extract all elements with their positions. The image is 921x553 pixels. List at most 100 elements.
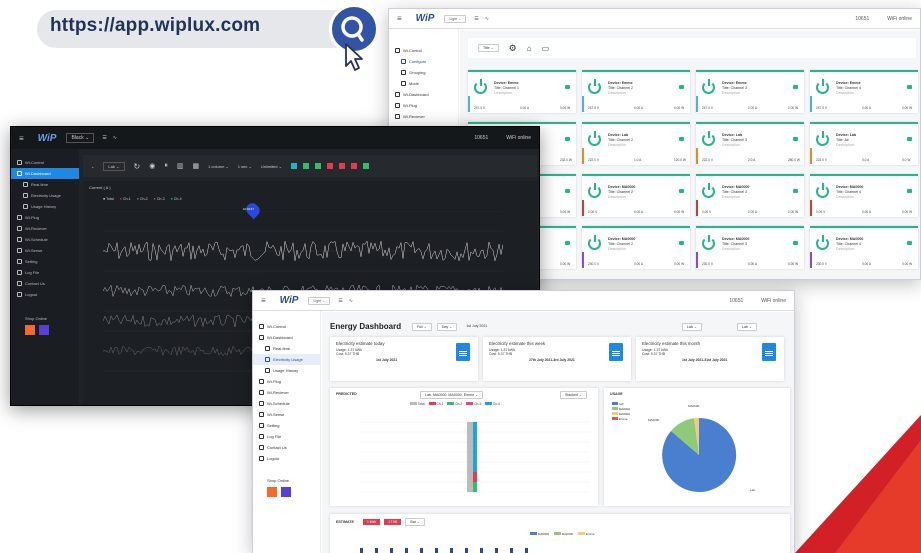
estimate-select[interactable]: Bar ⌄ <box>405 518 425 526</box>
lazada-icon[interactable] <box>281 487 291 497</box>
predicted-bar-chart[interactable] <box>350 412 590 500</box>
interval-select[interactable]: 1 column ⌄ <box>208 164 229 169</box>
sidebar-item-wi-schedule[interactable]: Wi-Schedule <box>253 398 320 409</box>
estimate-tab-2[interactable]: 1 THB <box>384 519 402 525</box>
power-icon[interactable] <box>816 235 829 250</box>
lock-icon[interactable] <box>679 85 684 89</box>
device-card[interactable]: Device: Emme Title: Channel 1 Description 2… <box>468 70 576 113</box>
sidebar-item-wi-sense[interactable]: Wi-Sense <box>253 409 320 420</box>
lock-icon[interactable] <box>793 85 798 89</box>
refresh-icon[interactable]: ↻ <box>134 162 141 171</box>
lock-icon[interactable] <box>793 241 798 245</box>
sidebar-item-electricity-usage[interactable]: Electricity Usage <box>253 354 320 365</box>
theme-select[interactable]: Light ⌄ <box>308 296 331 305</box>
power-icon[interactable] <box>702 183 715 198</box>
eye-icon[interactable]: ◉ <box>149 162 155 170</box>
sidebar-item-logout[interactable]: Logout <box>253 453 320 464</box>
grid-icon[interactable]: ☰ <box>474 16 478 22</box>
grid-icon[interactable]: ☰ <box>338 298 342 304</box>
sidebar-item-configure[interactable]: Configure <box>389 56 458 67</box>
tab-select[interactable]: Lab ⌄ <box>737 323 758 331</box>
limit-select[interactable]: Unlimited ⌄ <box>261 164 282 169</box>
power-icon[interactable] <box>588 235 601 250</box>
sidebar-item-wi-control[interactable]: Wi-Control <box>253 321 320 332</box>
lock-icon[interactable] <box>679 241 684 245</box>
device-select[interactable]: Lab ⌄ <box>682 323 703 331</box>
color-btn-cyan[interactable] <box>290 163 297 169</box>
sidebar-item-wi-reciever[interactable]: Wi-Reciever <box>389 111 458 122</box>
device-card[interactable]: Device: Emme Title: Channel 4 Description 2… <box>810 70 918 113</box>
power-icon[interactable] <box>588 79 601 94</box>
menu-icon[interactable]: ≡ <box>261 296 266 305</box>
device-card[interactable]: Device: MA0000 Title: Channel 3 Descriptio… <box>696 226 804 269</box>
sidebar-item-wi-reciever[interactable]: Wi-Reciever <box>11 223 79 234</box>
device-select[interactable]: Lab ⌄ <box>103 161 125 171</box>
color-btn-red3[interactable] <box>350 163 357 169</box>
grid-icon[interactable]: ☰ <box>102 135 106 141</box>
menu-icon[interactable]: ≡ <box>397 14 402 23</box>
estimate-tab-1[interactable]: 1 kWh <box>363 519 381 525</box>
sidebar-item-wi-dashboard[interactable]: Wi-Dashboard <box>11 168 79 179</box>
lock-icon[interactable] <box>907 137 912 141</box>
activity-icon[interactable]: ∿ <box>113 135 117 141</box>
device-card[interactable]: Device: Lab Title: Channel 3 Description 22… <box>696 122 804 165</box>
shopee-icon[interactable] <box>25 325 35 335</box>
device-card[interactable]: Device: MA0000 Title: Channel 2 Descriptio… <box>582 174 690 217</box>
color-btn-red[interactable] <box>326 163 333 169</box>
sidebar-item-contact-us[interactable]: Contact Us <box>11 278 79 289</box>
power-icon[interactable] <box>816 131 829 146</box>
sidebar-item-real-time[interactable]: Real-time <box>11 179 79 190</box>
date-picker[interactable]: 1st July 2021 <box>462 323 491 331</box>
chart-icon[interactable]: ▥ <box>177 162 184 170</box>
power-icon[interactable] <box>702 131 715 146</box>
device-card[interactable]: Device: Lab Title: Air Description 222.0 V 0… <box>810 122 918 165</box>
lock-icon[interactable] <box>565 241 570 245</box>
sidebar-item-wi-dashboard[interactable]: Wi-Dashboard <box>389 89 458 100</box>
color-btn-green2[interactable] <box>314 163 321 169</box>
sidebar-item-logout[interactable]: Logout <box>11 289 79 300</box>
estimate-bar-chart[interactable] <box>350 544 550 553</box>
unit-select[interactable]: Day ⌄ <box>436 323 458 331</box>
lock-icon[interactable] <box>565 189 570 193</box>
sidebar-item-grouping[interactable]: Grouping <box>389 67 458 78</box>
color-btn-green3[interactable] <box>362 163 369 169</box>
lock-icon[interactable] <box>907 241 912 245</box>
theme-select[interactable]: Light ⌄ <box>444 14 467 23</box>
table-icon[interactable]: ▦ <box>192 162 199 170</box>
chevron-down-icon[interactable]: ⌄ <box>91 164 94 169</box>
sidebar-item-electricity-usage[interactable]: Electricity Usage <box>11 190 79 201</box>
sidebar-item-wi-schedule[interactable]: Wi-Schedule <box>11 234 79 245</box>
sidebar-item-log-file[interactable]: Log File <box>11 267 79 278</box>
sidebar-item-wi-control[interactable]: Wi-Control <box>11 157 79 168</box>
group-select[interactable]: Lab, MA0000, MA0000, Emme ⌄ <box>420 391 484 399</box>
device-card[interactable]: Device: MA0000 Title: Channel 4 Descriptio… <box>810 174 918 217</box>
theme-select[interactable]: Black ⌄ <box>66 133 95 143</box>
activity-icon[interactable]: ∿ <box>349 298 353 304</box>
power-icon[interactable] <box>588 131 601 146</box>
sidebar-item-usage-history[interactable]: Usage History <box>11 201 79 212</box>
shopee-icon[interactable] <box>267 487 277 497</box>
monitor-icon[interactable]: ▭ <box>542 44 550 53</box>
power-icon[interactable] <box>588 183 601 198</box>
lock-icon[interactable] <box>565 85 570 89</box>
power-icon[interactable] <box>702 79 715 94</box>
device-card[interactable]: Device: Emme Title: Channel 3 Description 2… <box>696 70 804 113</box>
device-card[interactable]: Device: Lab Title: Channel 2 Description 22… <box>582 122 690 165</box>
power-icon[interactable] <box>816 183 829 198</box>
lock-icon[interactable] <box>793 137 798 141</box>
lazada-icon[interactable] <box>39 325 49 335</box>
stacked-select[interactable]: Stacked ⌄ <box>560 391 587 399</box>
sidebar-item-setting[interactable]: Setting <box>253 420 320 431</box>
lock-icon[interactable] <box>907 189 912 193</box>
sidebar-item-setting[interactable]: Setting <box>11 256 79 267</box>
lock-icon[interactable] <box>565 137 570 141</box>
device-card[interactable]: Device: MA0000 Title: Channel 3 Descriptio… <box>696 174 804 217</box>
sidebar-item-contact-us[interactable]: Contact Us <box>253 442 320 453</box>
period-select[interactable]: 1 sec ⌄ <box>238 164 252 169</box>
filter-select[interactable]: Title ⌄ <box>478 44 499 52</box>
power-icon[interactable] <box>816 79 829 94</box>
settings-icon[interactable]: ⚙ <box>509 43 517 54</box>
usage-pie-chart[interactable] <box>654 410 744 500</box>
power-icon[interactable] <box>702 235 715 250</box>
color-btn-red2[interactable] <box>338 163 345 169</box>
